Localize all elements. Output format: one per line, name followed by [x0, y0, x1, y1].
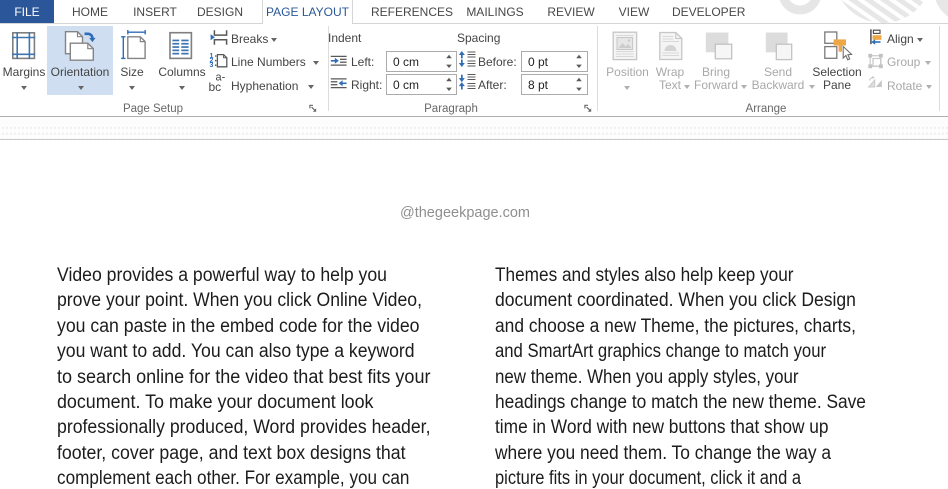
- svg-text:a-: a-: [216, 72, 226, 84]
- svg-text:3: 3: [210, 62, 214, 69]
